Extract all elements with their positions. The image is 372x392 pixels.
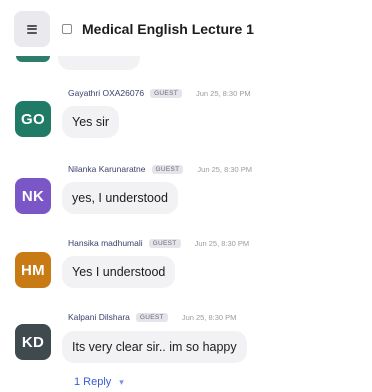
timestamp: Jun 25, 8:30 PM xyxy=(197,164,253,174)
guest-badge: GUEST xyxy=(150,88,182,98)
channel-square-icon xyxy=(62,24,72,34)
timestamp: Jun 25, 8:30 PM xyxy=(181,312,237,322)
message-bubble: Yes I understood xyxy=(62,256,176,288)
message-meta: Hansika madhumali GUEST Jun 25, 8:30 PM xyxy=(68,238,249,248)
guest-badge: GUEST xyxy=(135,312,168,322)
channel-title: Medical English Lecture 1 xyxy=(82,21,254,37)
sender-name[interactable]: Nilanka Karunaratne xyxy=(68,164,146,174)
timestamp: Jun 25, 8:30 PM xyxy=(194,238,250,248)
channel-header: Medical English Lecture 1 xyxy=(0,0,372,58)
reply-count-label: 1 Reply xyxy=(74,376,112,388)
guest-badge: GUEST xyxy=(151,164,184,174)
message-bubble: Its very clear sir.. im so happy xyxy=(62,331,247,363)
previous-message-bubble-edge xyxy=(58,56,140,70)
avatar[interactable]: GO xyxy=(15,101,51,137)
timestamp: Jun 25, 8:30 PM xyxy=(195,88,251,98)
thread-reply-link[interactable]: 1 Reply ▾ xyxy=(74,376,124,388)
sender-name[interactable]: Kalpani Dilshara xyxy=(68,312,130,322)
guest-badge: GUEST xyxy=(148,238,181,248)
sender-name[interactable]: Gayathri OXA26076 xyxy=(68,88,144,98)
menu-button[interactable] xyxy=(14,11,50,47)
previous-avatar-edge xyxy=(16,56,50,62)
message-meta: Gayathri OXA26076 GUEST Jun 25, 8:30 PM xyxy=(68,88,251,98)
message-bubble: Yes sir xyxy=(62,106,120,138)
hamburger-menu-icon xyxy=(27,24,37,34)
sender-name[interactable]: Hansika madhumali xyxy=(68,238,143,248)
chevron-down-icon: ▾ xyxy=(119,376,124,387)
avatar[interactable]: HM xyxy=(15,252,51,288)
avatar[interactable]: KD xyxy=(15,324,51,360)
message-bubble: yes, I understood xyxy=(62,182,178,214)
message-meta: Nilanka Karunaratne GUEST Jun 25, 8:30 P… xyxy=(68,164,252,174)
avatar[interactable]: NK xyxy=(15,178,51,214)
message-meta: Kalpani Dilshara GUEST Jun 25, 8:30 PM xyxy=(68,312,236,322)
